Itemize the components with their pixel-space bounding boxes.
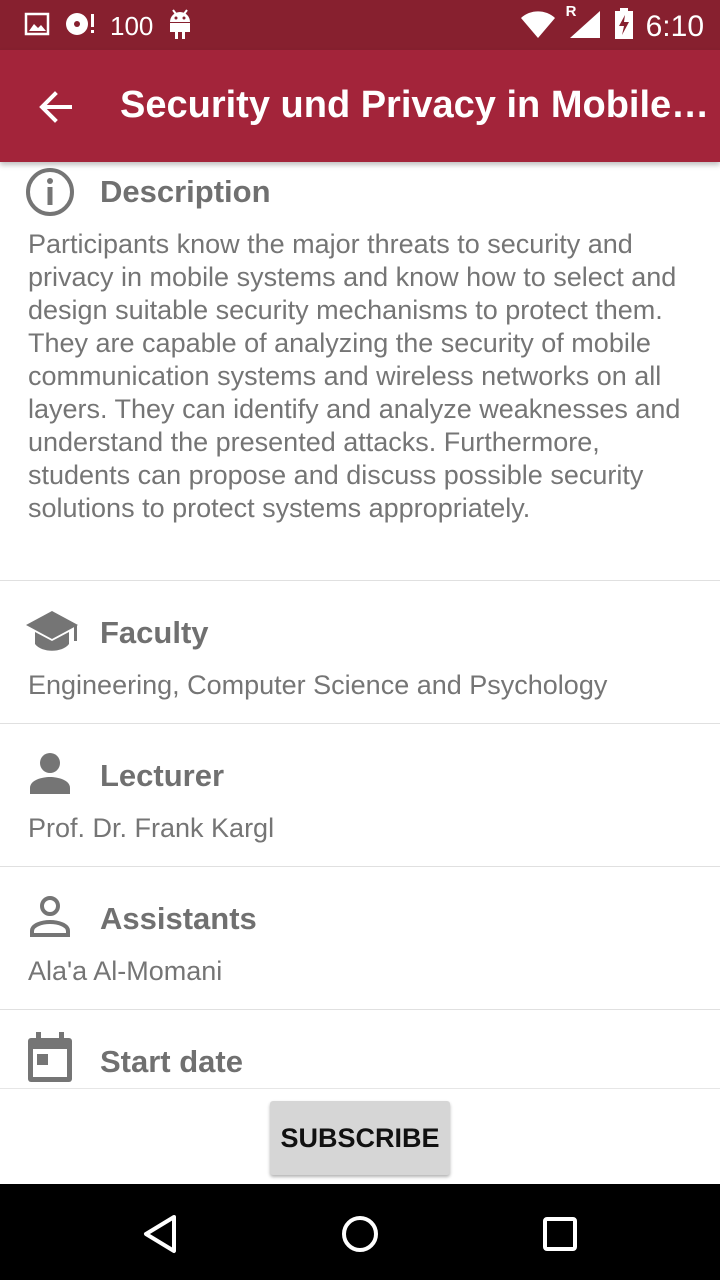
cell-signal-icon: R bbox=[566, 3, 602, 44]
network-type-label: R bbox=[565, 3, 577, 20]
back-button[interactable] bbox=[28, 82, 84, 132]
faculty-section: Faculty Engineering, Computer Science an… bbox=[0, 581, 720, 724]
app-bar: Security und Privacy in Mobilen Systemen bbox=[0, 50, 720, 162]
bottom-action-bar: SUBSCRIBE bbox=[0, 1088, 720, 1185]
lecturer-text: Prof. Dr. Frank Kargl bbox=[28, 813, 275, 843]
description-heading: Description bbox=[100, 174, 271, 209]
page-title: Security und Privacy in Mobilen Systemen bbox=[120, 84, 710, 126]
nav-home-button[interactable] bbox=[336, 1210, 384, 1258]
status-bar: 100 R 6:10 bbox=[0, 0, 720, 50]
subscribe-button[interactable]: SUBSCRIBE bbox=[270, 1101, 450, 1175]
nav-back-button[interactable] bbox=[136, 1210, 184, 1258]
person-outline-icon bbox=[28, 895, 72, 944]
circle-home-icon bbox=[342, 1216, 378, 1252]
image-notification-icon bbox=[24, 11, 50, 42]
square-recents-icon bbox=[543, 1217, 577, 1251]
battery-charging-icon bbox=[614, 8, 634, 45]
arrow-back-icon bbox=[39, 91, 72, 123]
start-date-heading: Start date bbox=[100, 1044, 243, 1079]
android-icon bbox=[167, 8, 193, 45]
school-icon bbox=[24, 609, 80, 662]
faculty-heading: Faculty bbox=[100, 615, 209, 650]
clock-text: 6:10 bbox=[645, 9, 704, 43]
faculty-text: Engineering, Computer Science and Psycho… bbox=[28, 670, 608, 700]
disc-notification-icon bbox=[64, 10, 96, 43]
assistants-heading: Assistants bbox=[100, 901, 257, 936]
system-navigation-bar bbox=[0, 1184, 720, 1280]
assistants-section: Assistants Ala'a Al-Momani bbox=[0, 867, 720, 1010]
start-date-section: Start date bbox=[0, 1010, 720, 1088]
description-text: Participants know the major threats to s… bbox=[28, 229, 681, 523]
lecturer-heading: Lecturer bbox=[100, 758, 225, 793]
nav-recents-button[interactable] bbox=[536, 1210, 584, 1258]
info-icon bbox=[24, 166, 76, 223]
person-icon bbox=[28, 752, 72, 801]
assistants-text: Ala'a Al-Momani bbox=[28, 956, 223, 986]
battery-percent-text: 100 bbox=[110, 11, 154, 41]
lecturer-section: Lecturer Prof. Dr. Frank Kargl bbox=[0, 724, 720, 867]
course-details-list[interactable]: Description Participants know the major … bbox=[0, 162, 720, 1088]
wifi-icon bbox=[520, 9, 556, 44]
triangle-back-icon bbox=[144, 1215, 176, 1253]
calendar-icon bbox=[26, 1032, 74, 1088]
description-section: Description Participants know the major … bbox=[0, 162, 720, 581]
